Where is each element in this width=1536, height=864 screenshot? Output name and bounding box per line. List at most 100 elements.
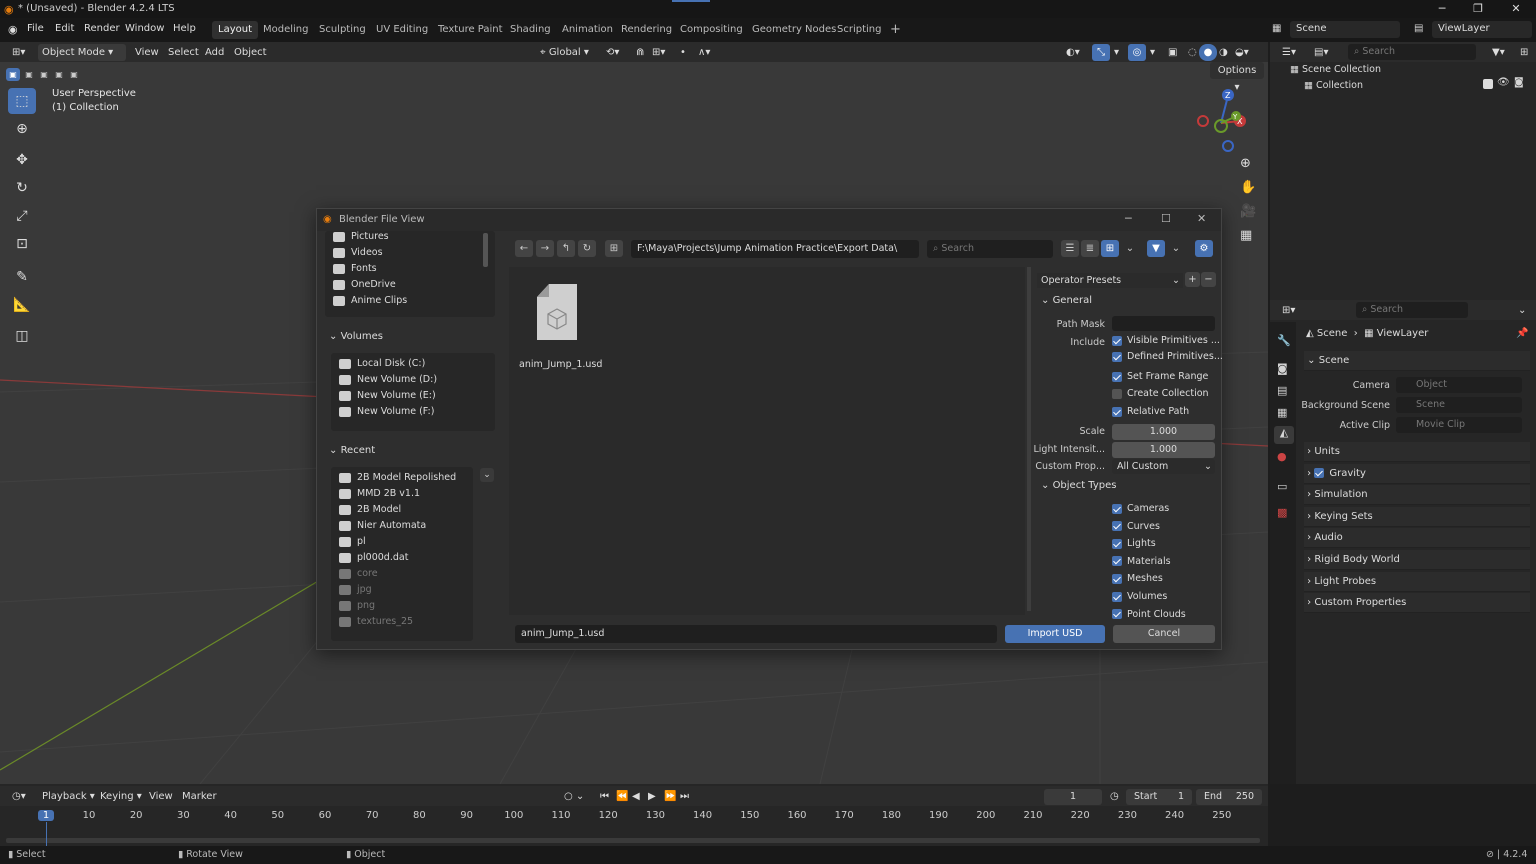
tab-modeling[interactable]: Modeling bbox=[257, 21, 315, 39]
scale-tool-icon[interactable]: ⤢ bbox=[8, 203, 36, 229]
tab-geometry-nodes[interactable]: Geometry Nodes bbox=[746, 21, 842, 39]
recent-item[interactable]: pl000d.dat bbox=[339, 550, 408, 566]
include-option[interactable]: Create Collection bbox=[1112, 388, 1209, 399]
refresh-icon[interactable]: ↻ bbox=[578, 240, 596, 257]
file-item[interactable] bbox=[535, 283, 579, 341]
parent-dir-icon[interactable]: ↰ bbox=[557, 240, 575, 257]
settings-gear-icon[interactable]: ⚙ bbox=[1195, 240, 1213, 257]
play-reverse-icon[interactable]: ◀ bbox=[628, 788, 644, 805]
render-camera-icon[interactable]: ◙ bbox=[1514, 77, 1524, 88]
add-cube-tool-icon[interactable]: ◫ bbox=[8, 323, 36, 349]
scale-field[interactable]: 1.000 bbox=[1112, 424, 1215, 440]
bookmark-pictures[interactable]: Pictures bbox=[333, 229, 389, 245]
volume-c[interactable]: Local Disk (C:) bbox=[339, 356, 425, 372]
tab-scripting[interactable]: Scripting bbox=[831, 21, 887, 39]
recent-item[interactable]: 2B Model bbox=[339, 502, 401, 518]
object-type-option[interactable]: Volumes bbox=[1112, 591, 1167, 602]
visibility-icon[interactable]: ◐▾ bbox=[1062, 44, 1084, 61]
properties-subpanel[interactable]: › Gravity bbox=[1304, 463, 1530, 484]
add-menu[interactable]: Add bbox=[201, 44, 228, 61]
tab-layout[interactable]: Layout bbox=[212, 21, 258, 39]
cancel-button[interactable]: Cancel bbox=[1113, 625, 1215, 643]
material-shading-icon[interactable]: ◑ bbox=[1215, 44, 1232, 61]
menu-edit[interactable]: Edit bbox=[55, 23, 74, 34]
playback-menu[interactable]: Playback ▾ bbox=[38, 788, 99, 805]
properties-subpanel[interactable]: › Custom Properties bbox=[1304, 593, 1530, 614]
ortho-toggle-icon[interactable]: ▦ bbox=[1240, 228, 1252, 243]
zoom-icon[interactable]: ⊕ bbox=[1240, 156, 1251, 171]
recent-item[interactable]: png bbox=[339, 598, 375, 614]
tab-sculpting[interactable]: Sculpting bbox=[313, 21, 372, 39]
checkbox[interactable] bbox=[1112, 538, 1122, 549]
file-list-area[interactable]: anim_Jump_1.usd bbox=[509, 267, 1025, 615]
recent-item[interactable]: jpg bbox=[339, 582, 372, 598]
close-icon[interactable]: ✕ bbox=[1498, 0, 1534, 18]
overlay-toggle-icon[interactable]: ◎ bbox=[1128, 44, 1146, 61]
object-type-option[interactable]: Point Clouds bbox=[1112, 609, 1186, 620]
file-name-label[interactable]: anim_Jump_1.usd bbox=[519, 359, 602, 370]
options-button[interactable]: Options ▾ bbox=[1210, 62, 1264, 93]
annotate-tool-icon[interactable]: ✎ bbox=[8, 264, 36, 290]
custom-prop-dropdown[interactable]: All Custom ⌄ bbox=[1112, 459, 1215, 474]
select-box-tool-icon[interactable]: ⬚ bbox=[8, 88, 36, 114]
keying-menu[interactable]: Keying ▾ bbox=[96, 788, 146, 805]
rendered-shading-icon[interactable]: ◒▾ bbox=[1231, 44, 1253, 61]
editor-type-icon[interactable]: ⊞▾ bbox=[8, 44, 29, 61]
tab-shading[interactable]: Shading bbox=[504, 21, 557, 39]
falloff-icon[interactable]: ∧▾ bbox=[694, 44, 714, 61]
pan-hand-icon[interactable]: ✋ bbox=[1240, 180, 1256, 195]
object-type-option[interactable]: Materials bbox=[1112, 556, 1171, 567]
menu-file[interactable]: File bbox=[27, 23, 44, 34]
move-tool-icon[interactable]: ✥ bbox=[8, 147, 36, 173]
camera-field[interactable]: Object bbox=[1396, 377, 1522, 393]
collection-item[interactable]: ▦ Collection bbox=[1304, 80, 1363, 91]
view-menu[interactable]: View bbox=[131, 44, 163, 61]
object-type-option[interactable]: Cameras bbox=[1112, 503, 1169, 514]
measure-tool-icon[interactable]: 📐 bbox=[8, 292, 36, 318]
jump-start-icon[interactable]: ⏮ bbox=[596, 788, 613, 805]
new-folder-icon[interactable]: ⊞ bbox=[605, 240, 623, 257]
current-frame-field[interactable]: 1 bbox=[1044, 789, 1102, 805]
bookmark-anime-clips[interactable]: Anime Clips bbox=[333, 293, 407, 309]
properties-subpanel[interactable]: › Audio bbox=[1304, 528, 1530, 549]
overlay-dropdown-icon[interactable]: ▾ bbox=[1146, 44, 1159, 61]
recent-item[interactable]: 2B Model Repolished bbox=[339, 470, 456, 486]
file-search-input[interactable]: ⌕ Search bbox=[927, 240, 1053, 258]
object-type-option[interactable]: Curves bbox=[1112, 521, 1160, 532]
jump-end-icon[interactable]: ⏭ bbox=[676, 788, 693, 805]
background-scene-field[interactable]: Scene bbox=[1396, 397, 1522, 413]
operator-presets-dropdown[interactable]: Operator Presets ⌄ bbox=[1037, 273, 1183, 288]
include-option[interactable]: Set Frame Range bbox=[1112, 371, 1208, 382]
recent-header[interactable]: ⌄ Recent bbox=[329, 445, 375, 456]
gravity-checkbox[interactable] bbox=[1314, 467, 1325, 478]
restore-icon[interactable]: ❐ bbox=[1460, 0, 1496, 18]
properties-subpanel[interactable]: › Keying Sets bbox=[1304, 506, 1530, 527]
active-clip-field[interactable]: Movie Clip bbox=[1396, 417, 1522, 433]
add-workspace-icon[interactable]: + bbox=[884, 21, 907, 39]
checkbox[interactable] bbox=[1112, 388, 1122, 399]
view-layer-tab-icon[interactable]: ▦ bbox=[1277, 406, 1287, 419]
new-collection-icon[interactable]: ⊞ bbox=[1516, 44, 1532, 61]
checkbox[interactable] bbox=[1112, 591, 1122, 602]
collection-tab-icon[interactable]: ▭ bbox=[1277, 480, 1287, 493]
recent-item[interactable]: pl bbox=[339, 534, 366, 550]
start-frame-field[interactable]: Start 1 bbox=[1126, 789, 1192, 805]
checkbox[interactable] bbox=[1112, 573, 1122, 584]
checkbox[interactable] bbox=[1112, 521, 1122, 532]
xray-icon[interactable]: ▣ bbox=[1164, 44, 1181, 61]
play-icon[interactable]: ▶ bbox=[644, 788, 660, 805]
end-frame-field[interactable]: End 250 bbox=[1196, 789, 1262, 805]
tab-texture-paint[interactable]: Texture Paint bbox=[432, 21, 509, 39]
select-new-icon[interactable]: ▣ bbox=[6, 68, 20, 81]
select-intersect-icon[interactable]: ▣ bbox=[52, 68, 66, 81]
pin-icon[interactable]: 📌 bbox=[1516, 328, 1528, 339]
recent-item[interactable]: MMD 2B v1.1 bbox=[339, 486, 420, 502]
path-mask-input[interactable] bbox=[1112, 316, 1215, 331]
outliner-filter-icon[interactable]: ▼▾ bbox=[1488, 44, 1509, 61]
include-option[interactable]: Visible Primitives ... bbox=[1112, 335, 1220, 346]
object-types-header[interactable]: ⌄ Object Types bbox=[1041, 480, 1117, 491]
rotate-tool-icon[interactable]: ↻ bbox=[8, 175, 36, 201]
outliner-search-input[interactable]: ⌕ Search bbox=[1348, 44, 1476, 60]
snap-icon[interactable]: ⋒ bbox=[632, 44, 648, 61]
volume-d[interactable]: New Volume (D:) bbox=[339, 372, 437, 388]
